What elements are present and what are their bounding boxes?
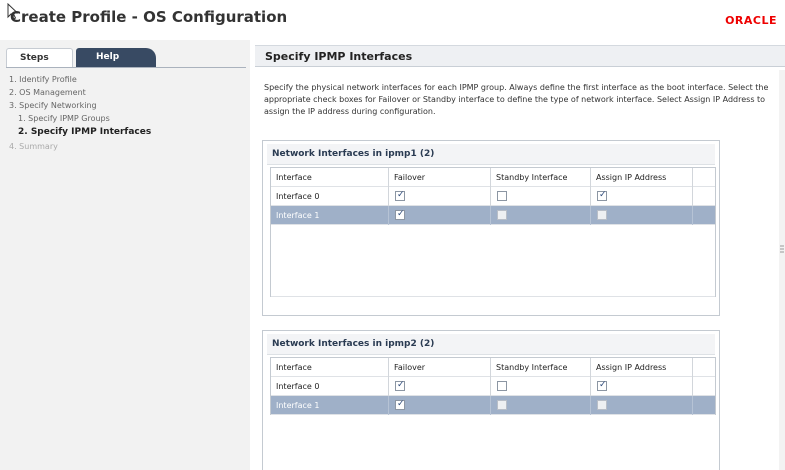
step-identify-profile[interactable]: 1. Identify Profile — [9, 75, 151, 88]
panel-title: Network Interfaces in ipmp1 (2) — [272, 149, 435, 159]
step-os-management[interactable]: 2. OS Management — [9, 88, 151, 101]
table-row-selected[interactable]: Interface 1 — [271, 396, 715, 415]
assign-ip-checkbox[interactable] — [597, 210, 607, 220]
standby-checkbox[interactable] — [497, 191, 507, 201]
column-header-failover[interactable]: Failover — [389, 358, 491, 377]
tab-divider — [6, 67, 246, 68]
assign-ip-checkbox[interactable] — [597, 400, 607, 410]
sidebar-tabs: Steps Help — [6, 48, 246, 67]
tab-steps[interactable]: Steps — [6, 48, 73, 67]
section-title: Specify IPMP Interfaces — [265, 50, 413, 63]
column-header-spacer — [693, 168, 717, 187]
column-header-assign-ip[interactable]: Assign IP Address — [591, 358, 693, 377]
interface-name: Interface 1 — [271, 396, 389, 415]
step-specify-ipmp-interfaces: 2. Specify IPMP Interfaces — [18, 127, 152, 137]
interface-name: Interface 0 — [271, 187, 389, 206]
column-header-assign-ip[interactable]: Assign IP Address — [591, 168, 693, 187]
column-header-interface[interactable]: Interface — [271, 168, 389, 187]
table-row[interactable]: Interface 0 — [271, 187, 715, 206]
table-empty-area — [271, 225, 715, 297]
panel-header: Network Interfaces in ipmp2 (2) — [267, 334, 715, 355]
column-header-standby[interactable]: Standby Interface — [491, 168, 591, 187]
failover-checkbox[interactable] — [395, 190, 405, 201]
wizard-steps: 1. Identify Profile 2. OS Management 3. … — [9, 75, 151, 155]
tab-help[interactable]: Help — [76, 48, 156, 67]
failover-checkbox[interactable] — [395, 209, 405, 220]
page-title: Create Profile - OS Configuration — [10, 8, 288, 26]
column-header-failover[interactable]: Failover — [389, 168, 491, 187]
standby-checkbox[interactable] — [497, 400, 507, 410]
column-header-spacer — [693, 358, 717, 377]
assign-ip-checkbox[interactable] — [597, 190, 607, 201]
table-header-row: Interface Failover Standby Interface Ass… — [271, 358, 715, 377]
failover-checkbox[interactable] — [395, 399, 405, 410]
step-specify-ipmp-groups[interactable]: 1. Specify IPMP Groups — [9, 114, 151, 127]
interfaces-table: Interface Failover Standby Interface Ass… — [270, 357, 716, 415]
interface-name: Interface 1 — [271, 206, 389, 225]
failover-checkbox[interactable] — [395, 380, 405, 391]
standby-checkbox[interactable] — [497, 381, 507, 391]
column-header-standby[interactable]: Standby Interface — [491, 358, 591, 377]
interface-name: Interface 0 — [271, 377, 389, 396]
interfaces-table: Interface Failover Standby Interface Ass… — [270, 167, 716, 297]
step-summary: 4. Summary — [9, 142, 58, 151]
ipmp2-panel: Network Interfaces in ipmp2 (2) Interfac… — [262, 330, 720, 470]
scroll-grip-icon — [780, 245, 784, 253]
ipmp1-panel: Network Interfaces in ipmp1 (2) Interfac… — [262, 140, 720, 316]
section-description: Specify the physical network interfaces … — [264, 83, 769, 116]
main-scrollbar[interactable] — [779, 70, 785, 470]
panel-header: Network Interfaces in ipmp1 (2) — [267, 144, 715, 165]
oracle-logo: ORACLE — [725, 14, 777, 27]
table-row-selected[interactable]: Interface 1 — [271, 206, 715, 225]
table-row[interactable]: Interface 0 — [271, 377, 715, 396]
column-header-interface[interactable]: Interface — [271, 358, 389, 377]
page-header: Create Profile - OS Configuration ORACLE — [0, 0, 785, 40]
table-header-row: Interface Failover Standby Interface Ass… — [271, 168, 715, 187]
standby-checkbox[interactable] — [497, 210, 507, 220]
panel-title: Network Interfaces in ipmp2 (2) — [272, 339, 435, 349]
assign-ip-checkbox[interactable] — [597, 380, 607, 391]
section-header: Specify IPMP Interfaces — [255, 45, 785, 67]
step-specify-networking[interactable]: 3. Specify Networking — [9, 101, 151, 114]
